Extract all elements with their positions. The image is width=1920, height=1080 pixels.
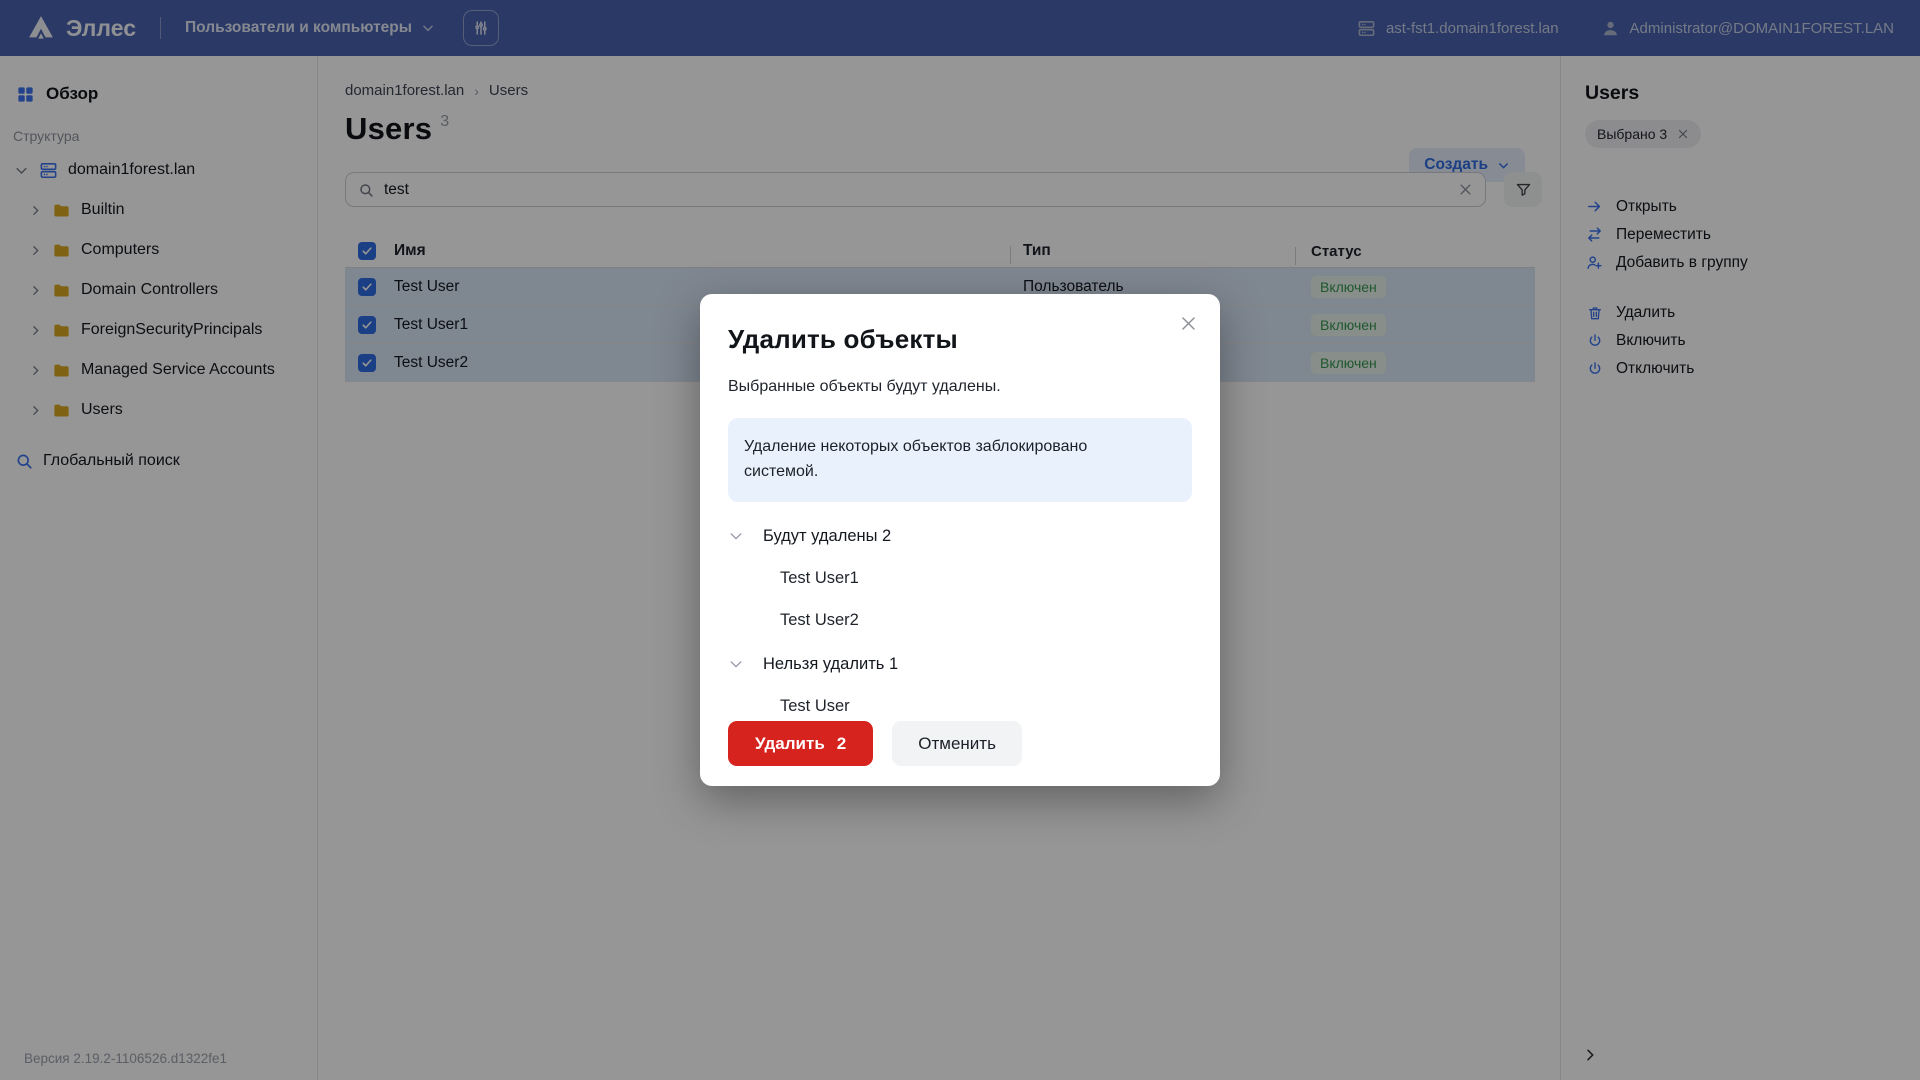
list-item: Test User2 [728, 611, 1192, 630]
chevron-down-icon [728, 528, 744, 544]
modal-title: Удалить объекты [728, 324, 1192, 355]
list-item: Test User1 [728, 569, 1192, 588]
chevron-down-icon [728, 656, 744, 672]
cancel-button-label: Отменить [918, 734, 996, 753]
group-toggle-cannot-delete[interactable]: Нельзя удалить 1 [728, 655, 1192, 674]
group-label: Будут удалены 2 [763, 527, 891, 546]
modal-close-icon[interactable] [1179, 314, 1198, 333]
delete-button-count: 2 [837, 734, 846, 754]
delete-button-label: Удалить [755, 734, 825, 754]
delete-objects-modal: Удалить объекты Выбранные объекты будут … [700, 294, 1220, 786]
modal-info-box: Удаление некоторых объектов заблокирован… [728, 418, 1192, 502]
list-item: Test User [728, 697, 1192, 716]
group-label: Нельзя удалить 1 [763, 655, 898, 674]
group-toggle-will-delete[interactable]: Будут удалены 2 [728, 527, 1192, 546]
cancel-button[interactable]: Отменить [892, 721, 1022, 766]
modal-subtitle: Выбранные объекты будут удалены. [728, 378, 1192, 396]
confirm-delete-button[interactable]: Удалить 2 [728, 721, 873, 766]
